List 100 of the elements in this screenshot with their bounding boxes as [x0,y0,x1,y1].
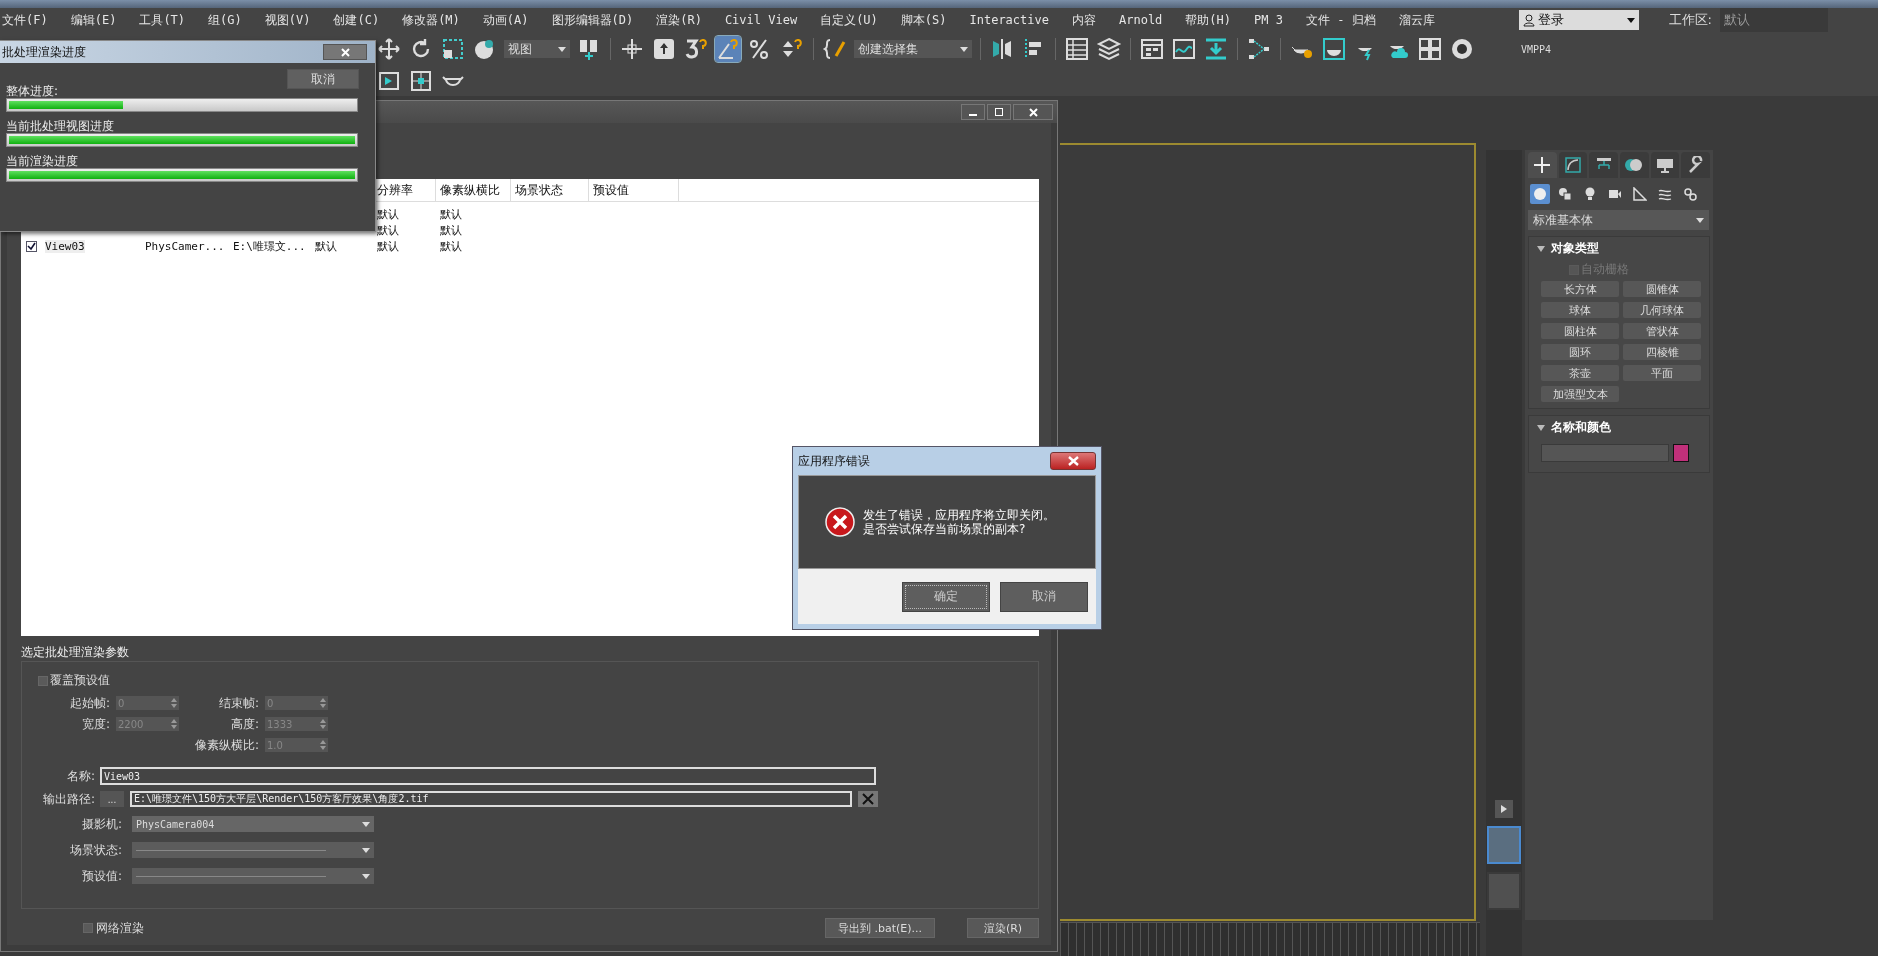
angle-snap-icon[interactable] [715,36,741,62]
dialog-button[interactable]: 取消 [1000,581,1088,612]
layers-icon[interactable] [1096,36,1122,62]
object-type-button[interactable]: 加强型文本 [1541,386,1619,402]
upload-icon[interactable] [651,36,677,62]
ruler-icon [1633,187,1647,201]
play-button[interactable] [1495,800,1513,818]
object-type-button[interactable]: 圆环 [1541,344,1619,360]
viewport-thumbnail[interactable] [1487,872,1521,910]
object-type-button[interactable]: 平面 [1623,365,1701,381]
panel-tab[interactable] [1620,152,1649,178]
cancel-button[interactable]: 取消 [287,69,359,89]
menu-item[interactable]: 文件(F) [2,11,48,29]
menu-item[interactable]: 编辑(E) [70,11,117,29]
menu-item[interactable]: 脚本(S) [900,11,947,29]
browse-button[interactable]: ... [100,791,124,807]
menu-item[interactable]: 溜云库 [1398,11,1435,29]
move-icon[interactable] [376,36,402,62]
name-field[interactable]: View03 [100,767,876,785]
color-swatch[interactable] [1673,444,1689,462]
toolbar-label[interactable]: VMPP4 [1521,43,1552,55]
column-header[interactable]: 像素纵横比 [436,179,511,201]
curve-editor-icon[interactable] [1171,36,1197,62]
login-dropdown[interactable]: 登录 [1518,10,1639,30]
output-path-field[interactable]: E:\唯璟文件\150方大平层\Render\150方客厅效果\角度2.tif [130,791,852,807]
caret-icon [362,873,370,879]
menu-item[interactable]: 工具(T) [139,11,186,29]
timeline-track[interactable] [1060,922,1480,956]
category-button[interactable] [1530,184,1550,204]
object-type-button[interactable]: 长方体 [1541,281,1619,297]
category-button[interactable] [1630,184,1650,204]
menu-item[interactable]: 修改器(M) [402,11,460,29]
toolbar-dropdown[interactable]: 视图 [504,40,570,58]
teapot-frame-icon[interactable] [1321,36,1347,62]
object-type-button[interactable]: 管状体 [1623,323,1701,339]
panel-icon[interactable] [1139,36,1165,62]
menu-item[interactable]: Civil View [724,13,798,27]
column-header[interactable]: 预设值 [589,179,679,201]
minimize-button[interactable] [961,104,985,120]
snap-icon[interactable] [683,36,709,62]
menu-item[interactable]: 内容 [1072,11,1096,29]
object-type-button[interactable]: 圆柱体 [1541,323,1619,339]
maximize-button[interactable] [987,104,1011,120]
menu-item[interactable]: PM 3 [1254,13,1283,27]
menu-item[interactable]: 视图(V) [264,11,311,29]
rollout-title[interactable]: 对象类型 [1551,240,1599,257]
menu-item[interactable]: 组(G) [208,11,242,29]
render-button[interactable]: 渲染(R) [967,918,1039,938]
object-type-button[interactable]: 四棱锥 [1623,344,1701,360]
caret-icon [362,847,370,853]
menu-item[interactable]: Interactive [969,13,1049,27]
export-button[interactable]: 导出到 .bat(E)... [825,918,935,938]
download-icon[interactable] [1203,36,1229,62]
menu-item[interactable]: Arnold [1119,13,1163,27]
panel-tab[interactable] [1589,152,1618,178]
object-type-button[interactable]: 茶壶 [1541,365,1619,381]
clear-button[interactable] [858,791,878,807]
menu-item[interactable]: 图形编辑器(D) [551,11,634,29]
collapse-arrow-icon[interactable] [1537,423,1545,432]
selection-set-icon[interactable] [822,36,848,62]
menu-item[interactable]: 创建(C) [333,11,380,29]
panel-tab[interactable] [1681,152,1711,178]
collapse-arrow-icon[interactable] [1537,244,1545,253]
crosshair-box-icon[interactable] [410,70,432,92]
dialog-title: 批处理渲染进度 [2,43,86,61]
row-checkbox[interactable] [25,240,37,252]
menu-item[interactable]: 动画(A) [482,11,529,29]
crosshair-icon[interactable] [619,36,645,62]
panel-tab[interactable] [1650,152,1680,178]
object-type-button[interactable]: 球体 [1541,302,1619,318]
menu-item[interactable]: 渲染(R) [656,11,702,29]
category-dropdown[interactable]: 标准基本体 [1528,210,1709,230]
aperture-icon[interactable] [1449,36,1475,62]
close-button[interactable] [323,44,367,60]
panel-tab[interactable] [1558,152,1588,178]
viewport-thumbnail[interactable] [1487,826,1521,864]
menu-item[interactable]: 文件 - 归档 [1305,11,1376,29]
object-name-field[interactable] [1541,444,1669,462]
checkbox-label: 覆盖预设值 [50,672,110,689]
object-type-button[interactable]: 圆锥体 [1623,281,1701,297]
object-type-button[interactable]: 几何球体 [1623,302,1701,318]
rollout-title[interactable]: 名称和颜色 [1551,419,1611,436]
list-icon[interactable] [1064,36,1090,62]
checkbox[interactable] [38,675,48,686]
dialog-button[interactable]: 确定 [902,581,990,612]
grid-icon[interactable] [1417,36,1443,62]
close-button[interactable] [1013,104,1053,120]
scale-icon[interactable] [440,36,466,62]
menu-item[interactable]: 自定义(U) [820,11,878,29]
menu-item[interactable]: 帮助(H) [1185,11,1232,29]
render-frame-icon[interactable] [378,70,400,92]
column-header[interactable]: 场景状态 [511,179,589,201]
workspace-value[interactable]: 默认 [1720,8,1828,32]
panel-tab[interactable] [1528,152,1557,178]
close-button[interactable] [1050,452,1096,470]
plus-icon [1533,156,1552,174]
schematic-icon[interactable] [1246,36,1272,62]
toolbar-dropdown[interactable]: 创建选择集 [854,40,972,58]
checkbox[interactable] [83,923,93,933]
dropdown[interactable]: PhysCamera004 [132,816,374,832]
